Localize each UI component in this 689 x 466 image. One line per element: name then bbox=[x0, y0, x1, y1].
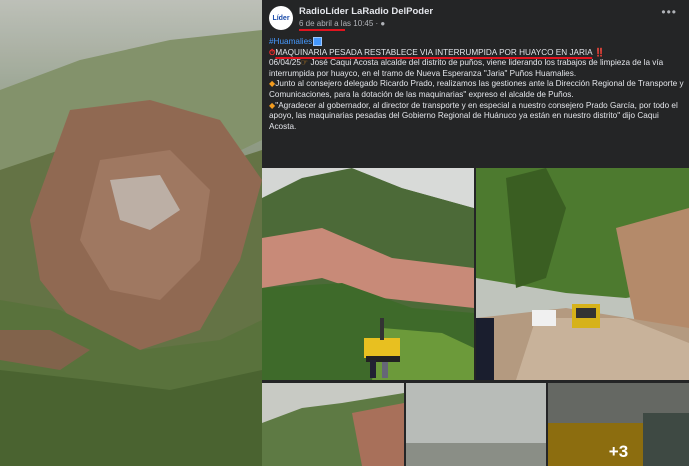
double-exclamation-icon: ‼️ bbox=[594, 47, 605, 57]
photo-misty-hillside[interactable] bbox=[262, 383, 404, 466]
post-date: 06/04/25 bbox=[269, 58, 301, 68]
highlight-icon bbox=[313, 37, 323, 47]
post-header: Líder RadioLíder LaRadio DelPoder 6 de a… bbox=[262, 0, 689, 36]
more-icon[interactable]: ••• bbox=[661, 5, 677, 19]
red-annotation-underline bbox=[299, 29, 345, 31]
paragraph-1: José Caqui Acosta alcalde del distrito d… bbox=[269, 58, 664, 78]
paragraph-3: "Agradecer al gobernador, al director de… bbox=[269, 100, 678, 131]
photo-yellow-truck-more[interactable]: +3 bbox=[548, 383, 689, 466]
page-avatar[interactable]: Líder bbox=[269, 6, 293, 30]
hashtag-link[interactable]: #Huamalies bbox=[269, 37, 312, 46]
photo-cloudy-sky[interactable] bbox=[406, 383, 546, 466]
avatar-logo-text: Líder bbox=[272, 14, 290, 22]
more-photos-count: +3 bbox=[548, 383, 689, 466]
post-timestamp-text: 6 de abril a las 10:45 · bbox=[299, 19, 381, 28]
paragraph-2: Junto al consejero delegado Ricardo Prad… bbox=[269, 79, 684, 99]
post-timestamp[interactable]: 6 de abril a las 10:45 · ● bbox=[299, 19, 385, 28]
photo-excavator-valley[interactable] bbox=[262, 168, 474, 380]
facebook-post: Líder RadioLíder LaRadio DelPoder 6 de a… bbox=[262, 0, 689, 466]
left-landslide-photo bbox=[0, 0, 262, 466]
post-headline: MAQUINARIA PESADA RESTABLECE VIA INTERRU… bbox=[275, 47, 593, 57]
globe-icon: ● bbox=[380, 19, 386, 28]
post-body: #Huamalies ⏱MAQUINARIA PESADA RESTABLECE… bbox=[269, 37, 684, 132]
photo-road-machinery[interactable] bbox=[476, 168, 689, 380]
page-name-link[interactable]: RadioLíder LaRadio DelPoder bbox=[299, 6, 433, 17]
